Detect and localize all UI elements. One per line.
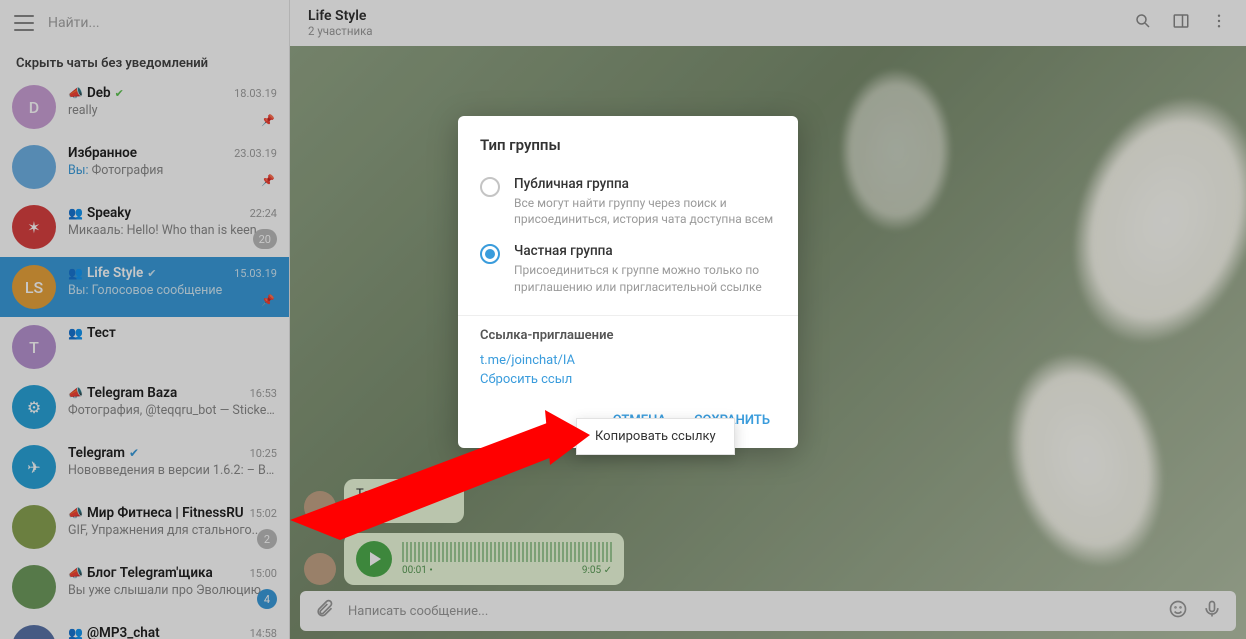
group-type-modal: Тип группы Публичная группа Все могут на… [458, 116, 798, 448]
modal-title: Тип группы [458, 136, 798, 168]
option-private-desc: Присоединиться к группе можно только по … [514, 262, 776, 294]
option-public-title: Публичная группа [514, 176, 776, 192]
context-menu: Копировать ссылку [576, 418, 735, 455]
option-private-title: Частная группа [514, 243, 776, 259]
option-public-group[interactable]: Публичная группа Все могут найти группу … [458, 168, 798, 235]
radio-private[interactable] [480, 244, 500, 264]
option-public-desc: Все могут найти группу через поиск и при… [514, 195, 776, 227]
reset-link[interactable]: Сбросить ссыл [458, 370, 798, 389]
radio-public[interactable] [480, 177, 500, 197]
invite-link[interactable]: t.me/joinchat/IA [458, 351, 798, 370]
context-copy-link[interactable]: Копировать ссылку [577, 419, 734, 454]
option-private-group[interactable]: Частная группа Присоединиться к группе м… [458, 235, 798, 302]
invite-link-title: Ссылка-приглашение [458, 328, 798, 351]
